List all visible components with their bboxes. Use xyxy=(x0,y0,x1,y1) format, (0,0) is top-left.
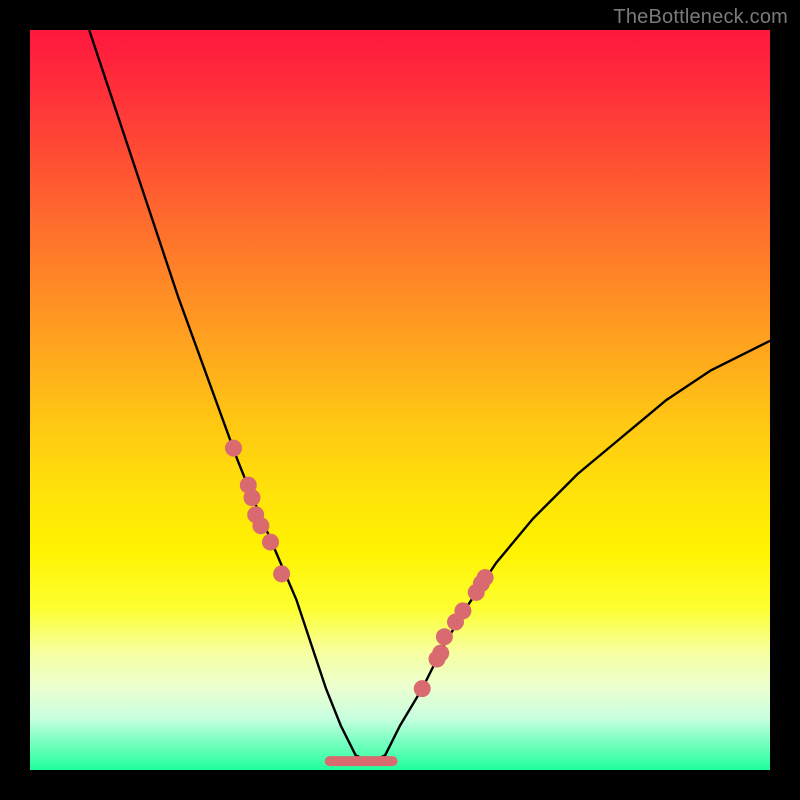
data-marker xyxy=(432,645,449,662)
markers-right-group xyxy=(414,569,494,697)
data-marker xyxy=(262,534,279,551)
bottleneck-curve xyxy=(89,30,770,763)
data-marker xyxy=(454,602,471,619)
chart-svg xyxy=(30,30,770,770)
watermark-text: TheBottleneck.com xyxy=(613,6,788,29)
data-marker xyxy=(414,680,431,697)
data-marker xyxy=(436,628,453,645)
data-marker xyxy=(244,489,261,506)
data-marker xyxy=(225,440,242,457)
data-marker xyxy=(477,569,494,586)
data-marker xyxy=(252,517,269,534)
plot-area xyxy=(30,30,770,770)
outer-frame: TheBottleneck.com xyxy=(0,0,800,800)
data-marker xyxy=(273,565,290,582)
